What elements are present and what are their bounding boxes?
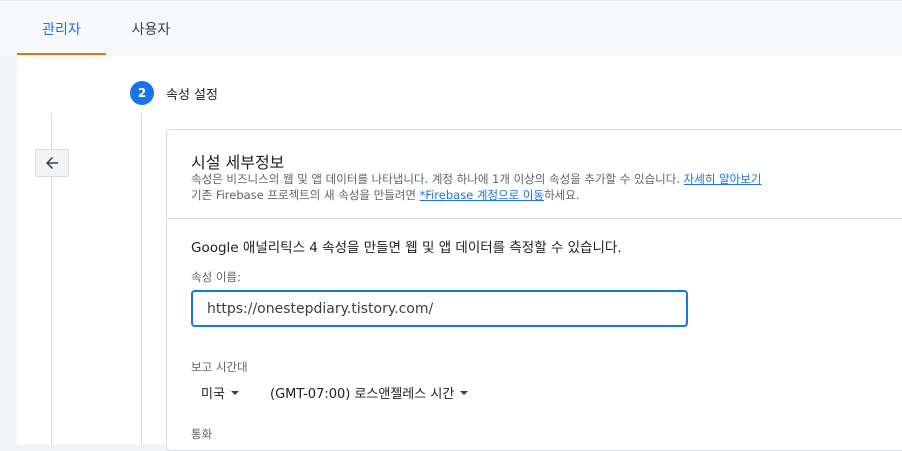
tab-user-label: 사용자 (131, 22, 171, 38)
tab-admin-label: 관리자 (42, 22, 81, 38)
arrow-left-icon (46, 157, 58, 169)
currency-label: 통화 (191, 427, 213, 441)
step-number: 2 (137, 86, 147, 100)
property-details-card: 시설 세부정보 속성은 비즈니스의 웹 및 앱 데이터를 나타냅니다. 계정 하… (166, 129, 902, 451)
top-tab-bar: 관리자 사용자 (0, 0, 902, 56)
dropdown-caret-icon (230, 390, 239, 395)
back-button[interactable] (35, 149, 69, 177)
step-number-badge: 2 (130, 81, 154, 105)
card-header: 시설 세부정보 속성은 비즈니스의 웹 및 앱 데이터를 나타냅니다. 계정 하… (167, 130, 902, 219)
timezone-value: (GMT-07:00) 로스앤젤레스 시간 (270, 387, 455, 402)
description-text-1: 속성은 비즈니스의 웹 및 앱 데이터를 나타냅니다. 계정 하나에 1개 이상… (191, 172, 684, 186)
timezone-label: 보고 시간대 (191, 360, 248, 374)
description-line-2: 기존 Firebase 프로젝트의 새 속성을 만들려면 *Firebase 계… (191, 187, 579, 203)
active-tab-indicator (17, 53, 106, 55)
description-text-2: 기존 Firebase 프로젝트의 새 속성을 만들려면 (191, 188, 420, 202)
dropdown-caret-icon (460, 390, 469, 395)
card-title: 시설 세부정보 (191, 153, 285, 172)
country-dropdown[interactable]: 미국 (201, 383, 239, 402)
description-line-1: 속성은 비즈니스의 웹 및 앱 데이터를 나타냅니다. 계정 하나에 1개 이상… (191, 171, 761, 187)
tab-admin[interactable]: 관리자 (17, 1, 106, 56)
timezone-dropdown[interactable]: (GMT-07:00) 로스앤젤레스 시간 (270, 383, 469, 402)
step-title: 속성 설정 (166, 88, 218, 103)
tab-user[interactable]: 사용자 (106, 1, 196, 56)
property-name-input[interactable] (191, 290, 688, 327)
learn-more-link[interactable]: 자세히 알아보기 (684, 172, 762, 186)
intro-text: Google 애널리틱스 4 속성을 만들면 웹 및 앱 데이터를 측정할 수 … (191, 240, 622, 256)
step-connector-line (141, 113, 142, 445)
country-value: 미국 (201, 387, 225, 402)
firebase-account-link[interactable]: *Firebase 계정으로 이동 (420, 188, 544, 202)
property-name-label: 속성 이름: (191, 270, 241, 284)
description-suffix: 하세요. (544, 188, 580, 202)
